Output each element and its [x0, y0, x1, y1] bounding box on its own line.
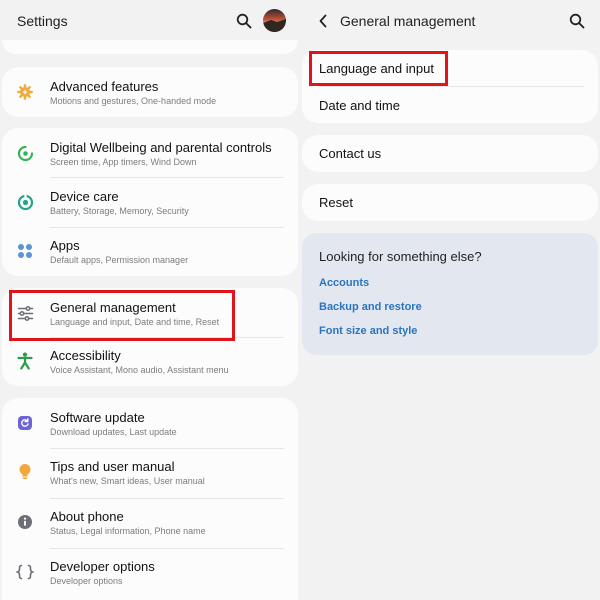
- settings-group-1: Advanced features Motions and gestures, …: [2, 67, 298, 117]
- item-subtitle: What's new, Smart ideas, User manual: [50, 476, 205, 486]
- settings-group-2: Digital Wellbeing and parental controls …: [2, 128, 298, 276]
- settings-top-bar: Settings: [0, 0, 300, 42]
- item-title: About phone: [50, 509, 124, 524]
- item-title: Tips and user manual: [50, 459, 175, 474]
- gm-card-1: Language and input Date and time: [302, 50, 598, 123]
- settings-item-apps[interactable]: Apps Default apps, Permission manager: [2, 228, 298, 276]
- wellbeing-icon: [15, 143, 35, 163]
- avatar[interactable]: [263, 9, 286, 32]
- previous-card-edge: [2, 40, 298, 54]
- item-subtitle: Download updates, Last update: [50, 427, 177, 437]
- item-subtitle: Voice Assistant, Mono audio, Assistant m…: [50, 365, 229, 375]
- suggestion-link-accounts[interactable]: Accounts: [319, 277, 369, 289]
- item-title: Contact us: [319, 146, 382, 161]
- item-subtitle: Default apps, Permission manager: [50, 255, 189, 265]
- device-care-icon: [15, 192, 35, 212]
- apps-grid-icon: [15, 241, 35, 261]
- settings-group-4: Software update Download updates, Last u…: [2, 398, 298, 600]
- general-management-screen: General management Language and input Da…: [300, 0, 600, 600]
- item-title: Accessibility: [50, 348, 121, 363]
- gm-item-date-time[interactable]: Date and time: [302, 87, 598, 123]
- search-icon[interactable]: [567, 11, 587, 31]
- item-title: Developer options: [50, 559, 155, 574]
- item-subtitle: Developer options: [50, 576, 123, 586]
- suggestion-link-backup-restore[interactable]: Backup and restore: [319, 301, 422, 313]
- back-arrow-icon[interactable]: [313, 11, 333, 31]
- item-title: Apps: [50, 238, 80, 253]
- settings-item-tips-user-manual[interactable]: Tips and user manual What's new, Smart i…: [2, 449, 298, 498]
- item-subtitle: Language and input, Date and time, Reset: [50, 317, 220, 327]
- accessibility-icon: [15, 351, 35, 371]
- settings-item-advanced-features[interactable]: Advanced features Motions and gestures, …: [2, 67, 298, 117]
- settings-item-general-management[interactable]: General management Language and input, D…: [2, 288, 298, 337]
- settings-screen: Settings Advanced features Motions and g…: [0, 0, 300, 600]
- gm-item-reset[interactable]: Reset: [302, 184, 598, 221]
- suggestions-card: Looking for something else? Accounts Bac…: [302, 233, 598, 355]
- suggestion-link-font-size-style[interactable]: Font size and style: [319, 325, 417, 337]
- settings-item-digital-wellbeing[interactable]: Digital Wellbeing and parental controls …: [2, 128, 298, 177]
- item-title: Language and input: [319, 61, 434, 76]
- item-title: General management: [50, 300, 176, 315]
- gm-item-contact-us[interactable]: Contact us: [302, 135, 598, 172]
- item-title: Date and time: [319, 98, 400, 113]
- item-title: Device care: [50, 189, 119, 204]
- search-icon[interactable]: [234, 11, 254, 31]
- settings-group-3: General management Language and input, D…: [2, 288, 298, 386]
- item-subtitle: Screen time, App timers, Wind Down: [50, 157, 197, 167]
- settings-item-accessibility[interactable]: Accessibility Voice Assistant, Mono audi…: [2, 338, 298, 386]
- settings-item-developer-options[interactable]: Developer options Developer options: [2, 549, 298, 600]
- gm-card-2: Contact us: [302, 135, 598, 172]
- gm-card-3: Reset: [302, 184, 598, 221]
- page-title: General management: [340, 13, 476, 29]
- gear-plus-icon: [15, 82, 35, 102]
- braces-icon: [15, 562, 35, 582]
- item-subtitle: Status, Legal information, Phone name: [50, 526, 206, 536]
- settings-item-about-phone[interactable]: About phone Status, Legal information, P…: [2, 499, 298, 548]
- settings-item-software-update[interactable]: Software update Download updates, Last u…: [2, 398, 298, 448]
- item-title: Digital Wellbeing and parental controls: [50, 140, 272, 155]
- software-update-icon: [15, 413, 35, 433]
- suggestions-heading: Looking for something else?: [319, 249, 482, 264]
- item-title: Reset: [319, 195, 353, 210]
- page-title: Settings: [17, 13, 68, 29]
- item-title: Advanced features: [50, 79, 159, 94]
- item-subtitle: Motions and gestures, One-handed mode: [50, 96, 217, 106]
- item-subtitle: Battery, Storage, Memory, Security: [50, 206, 189, 216]
- gm-item-language-input[interactable]: Language and input: [302, 50, 598, 86]
- settings-item-device-care[interactable]: Device care Battery, Storage, Memory, Se…: [2, 178, 298, 227]
- sliders-icon: [15, 303, 35, 323]
- general-management-top-bar: General management: [300, 0, 600, 42]
- info-icon: [15, 512, 35, 532]
- item-title: Software update: [50, 410, 145, 425]
- lightbulb-icon: [15, 462, 35, 482]
